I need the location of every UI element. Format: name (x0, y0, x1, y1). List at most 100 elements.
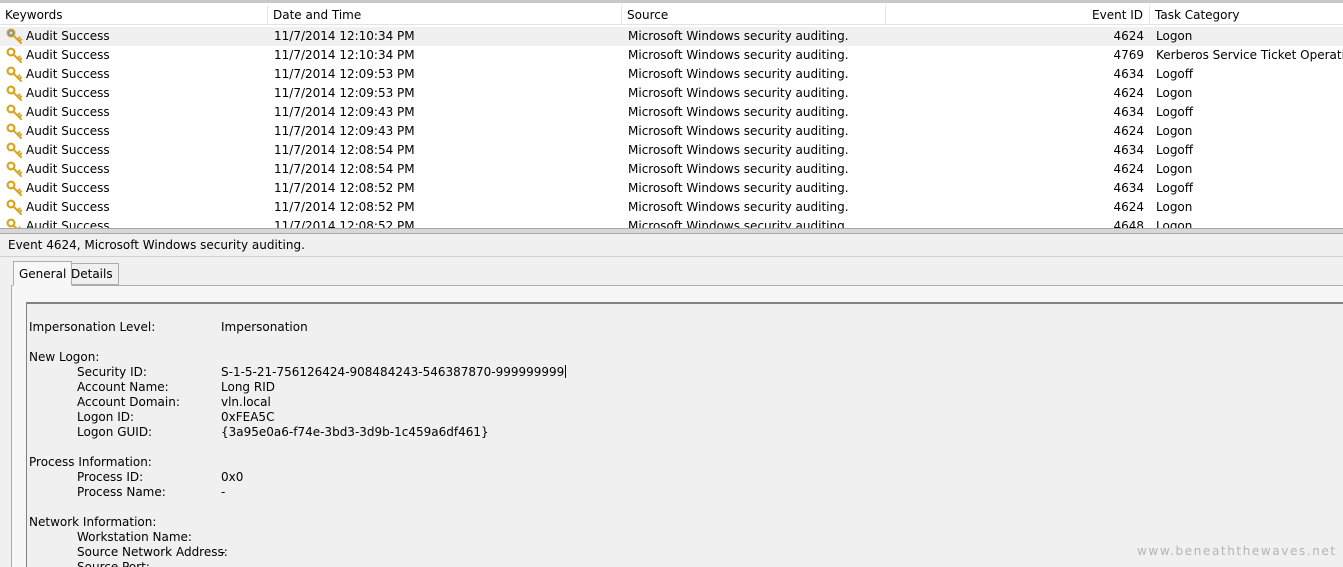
keywords-cell: Audit Success (26, 48, 110, 62)
field-label: Source Port: (77, 560, 150, 567)
keywords-cell: Audit Success (26, 181, 110, 195)
keywords-cell: Audit Success (26, 143, 110, 157)
event-row[interactable]: Audit Success 11/7/2014 12:09:43 PM Micros… (0, 103, 1343, 122)
event-row[interactable]: Audit Success 11/7/2014 12:08:52 PM Micros… (0, 198, 1343, 217)
task-category-cell: Logon (1156, 29, 1193, 43)
source-cell: Microsoft Windows security auditing. (628, 29, 849, 43)
field-value-text: Long RID (221, 380, 275, 394)
source-cell: Microsoft Windows security auditing. (628, 200, 849, 214)
field-label: Process Name: (77, 485, 166, 499)
task-category-cell: Logoff (1156, 67, 1194, 81)
column-header-keywords[interactable]: Keywords (0, 6, 268, 25)
field-value: S-1-5-21-756126424-908484243-546387870-9… (221, 365, 567, 380)
event-row[interactable]: Audit Success 11/7/2014 12:09:53 PM Micros… (0, 65, 1343, 84)
keywords-cell: Audit Success (26, 219, 110, 228)
column-header-task-category[interactable]: Task Category (1150, 6, 1343, 25)
keywords-cell: Audit Success (26, 200, 110, 214)
title-divider (0, 256, 1343, 257)
task-category-cell: Logon (1156, 124, 1193, 138)
event-id-cell: 4634 (1113, 181, 1144, 195)
task-category-cell: Logoff (1156, 181, 1194, 195)
source-cell: Microsoft Windows security auditing. (628, 143, 849, 157)
date-time-cell: 11/7/2014 12:08:52 PM (274, 181, 415, 195)
event-row[interactable]: Audit Success 11/7/2014 12:08:52 PM Micros… (0, 179, 1343, 198)
keywords-cell: Audit Success (26, 67, 110, 81)
field-value: - (221, 485, 225, 500)
field-value-text: - (221, 545, 226, 559)
tab-details[interactable]: Details (65, 263, 119, 285)
event-id-cell: 4769 (1113, 48, 1144, 62)
source-cell: Microsoft Windows security auditing. (628, 86, 849, 100)
task-category-cell: Logon (1156, 219, 1193, 228)
date-time-cell: 11/7/2014 12:08:52 PM (274, 219, 415, 228)
event-id-cell: 4624 (1113, 86, 1144, 100)
task-category-cell: Logon (1156, 86, 1193, 100)
column-header-date-time[interactable]: Date and Time (268, 6, 622, 25)
field-value-text: {3a95e0a6-f74e-3bd3-3d9b-1c459a6df461} (221, 425, 489, 439)
event-row[interactable]: Audit Success 11/7/2014 12:08:54 PM Micros… (0, 141, 1343, 160)
date-time-cell: 11/7/2014 12:09:43 PM (274, 105, 415, 119)
field-label: Process Information: (29, 455, 152, 469)
source-cell: Microsoft Windows security auditing. (628, 162, 849, 176)
field-label: Process ID: (77, 470, 144, 484)
key-icon (6, 218, 21, 228)
field-value-text: 0xFEA5C (221, 410, 275, 424)
column-header-event-id[interactable]: Event ID (886, 6, 1150, 25)
event-description-text[interactable]: Impersonation Level: Impersonation New Log… (26, 302, 1343, 567)
field-value: 0x0 (221, 470, 243, 485)
event-id-cell: 4648 (1113, 219, 1144, 228)
field-value: 0xFEA5C (221, 410, 274, 425)
key-icon (6, 104, 23, 120)
date-time-cell: 11/7/2014 12:08:54 PM (274, 162, 415, 176)
field-label: Logon ID: (77, 410, 135, 424)
key-icon (6, 66, 23, 82)
event-id-cell: 4634 (1113, 105, 1144, 119)
keywords-cell: Audit Success (26, 124, 110, 138)
key-icon (6, 161, 23, 177)
keywords-cell: Audit Success (26, 86, 110, 100)
event-row[interactable]: Audit Success 11/7/2014 12:09:43 PM Micros… (0, 122, 1343, 141)
task-category-cell: Logoff (1156, 143, 1194, 157)
field-label: Impersonation Level: (29, 320, 156, 334)
key-icon (6, 47, 23, 63)
task-category-cell: Kerberos Service Ticket Operations (1156, 48, 1343, 62)
event-row[interactable]: Audit Success 11/7/2014 12:09:53 PM Micros… (0, 84, 1343, 103)
event-id-cell: 4624 (1113, 29, 1144, 43)
field-value: Long RID (221, 380, 275, 395)
field-label: Account Domain: (77, 395, 180, 409)
source-cell: Microsoft Windows security auditing. (628, 105, 849, 119)
key-icon (6, 180, 23, 196)
field-label: Network Information: (29, 515, 157, 529)
field-value-text: S-1-5-21-756126424-908484243-546387870-9… (221, 365, 565, 379)
event-row[interactable]: Audit Success 11/7/2014 12:08:54 PM Micros… (0, 160, 1343, 179)
text-caret (565, 365, 567, 378)
field-value-text: - (221, 485, 226, 499)
event-row[interactable]: Audit Success 11/7/2014 12:10:34 PM Micros… (0, 46, 1343, 65)
event-id-cell: 4634 (1113, 143, 1144, 157)
field-value: {3a95e0a6-f74e-3bd3-3d9b-1c459a6df461} (221, 425, 489, 440)
key-icon (6, 142, 23, 158)
key-icon (6, 199, 23, 215)
source-cell: Microsoft Windows security auditing. (628, 219, 849, 228)
date-time-cell: 11/7/2014 12:10:34 PM (274, 29, 415, 43)
key-icon (6, 123, 23, 139)
tab-general[interactable]: General (13, 261, 73, 286)
event-id-cell: 4624 (1113, 162, 1144, 176)
column-header-source[interactable]: Source (622, 6, 886, 25)
date-time-cell: 11/7/2014 12:09:53 PM (274, 67, 415, 81)
source-cell: Microsoft Windows security auditing. (628, 48, 849, 62)
task-category-cell: Logon (1156, 162, 1193, 176)
date-time-cell: 11/7/2014 12:10:34 PM (274, 48, 415, 62)
field-label: Workstation Name: (77, 530, 192, 544)
field-value-text: vln.local (221, 395, 271, 409)
keywords-cell: Audit Success (26, 162, 110, 176)
event-id-cell: 4624 (1113, 124, 1144, 138)
field-label: Logon GUID: (77, 425, 153, 439)
task-category-cell: Logon (1156, 200, 1193, 214)
event-row[interactable]: Audit Success 11/7/2014 12:10:34 PM Micros… (0, 27, 1343, 46)
field-value: - (221, 545, 225, 560)
event-list: Keywords Date and Time Source Event ID T… (0, 0, 1343, 228)
event-rows: Audit Success 11/7/2014 12:10:34 PM Micros… (0, 27, 1343, 228)
event-row[interactable]: Audit Success 11/7/2014 12:08:52 PM Micros… (0, 217, 1343, 228)
event-detail-pane: Event 4624, Microsoft Windows security a… (0, 234, 1343, 567)
